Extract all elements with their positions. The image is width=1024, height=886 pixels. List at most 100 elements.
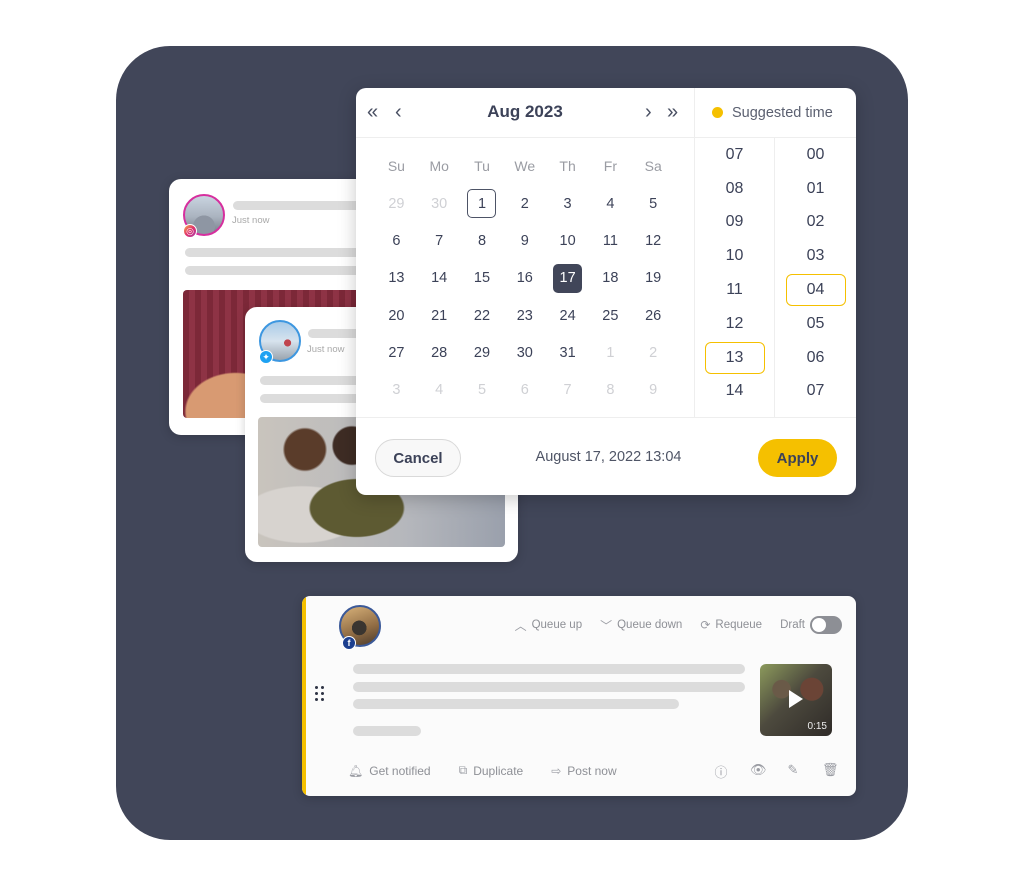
calendar-day[interactable]: 12 bbox=[632, 222, 675, 259]
calendar-day[interactable]: 28 bbox=[418, 334, 461, 371]
calendar-day[interactable]: 16 bbox=[503, 260, 546, 297]
trash-icon[interactable]: 🗑︎ bbox=[822, 762, 839, 781]
calendar-day[interactable]: 4 bbox=[418, 371, 461, 408]
minute-column[interactable]: 00 01 02 03 04 05 06 07 bbox=[774, 138, 856, 417]
day-number: 19 bbox=[645, 270, 662, 287]
day-number: 17 bbox=[553, 263, 583, 293]
draft-toggle[interactable] bbox=[810, 616, 842, 634]
hour-column[interactable]: 07 08 09 10 11 12 13 14 bbox=[694, 138, 774, 417]
facebook-icon: f bbox=[342, 636, 356, 650]
next-month-button[interactable]: › bbox=[645, 101, 652, 123]
calendar-day[interactable]: 8 bbox=[589, 371, 632, 408]
calendar-week: 13 14 15 16 17 18 19 bbox=[375, 260, 675, 297]
chevron-up-icon: ︿ bbox=[514, 618, 527, 633]
calendar-day[interactable]: 1 bbox=[589, 334, 632, 371]
calendar-day[interactable]: 9 bbox=[503, 222, 546, 259]
minute-option-selected[interactable]: 04 bbox=[775, 273, 856, 307]
calendar-day[interactable]: 4 bbox=[589, 185, 632, 222]
calendar-day[interactable]: 23 bbox=[503, 297, 546, 334]
drag-handle-icon[interactable] bbox=[315, 686, 325, 702]
queue-accent-bar bbox=[302, 596, 306, 796]
minute-option[interactable]: 05 bbox=[775, 307, 856, 341]
queue-up-button[interactable]: ︿ Queue up bbox=[515, 617, 583, 634]
calendar-day[interactable]: 26 bbox=[632, 297, 675, 334]
month-title: Aug 2023 bbox=[487, 102, 563, 121]
hour-option[interactable]: 12 bbox=[695, 307, 774, 341]
minute-option[interactable]: 02 bbox=[775, 206, 856, 240]
calendar-day[interactable]: 30 bbox=[418, 185, 461, 222]
hour-option[interactable]: 09 bbox=[695, 206, 774, 240]
calendar-day[interactable]: 24 bbox=[546, 297, 589, 334]
calendar-day[interactable]: 10 bbox=[546, 222, 589, 259]
post-now-button[interactable]: ⇨ Post now bbox=[551, 763, 616, 778]
day-number: 13 bbox=[388, 270, 405, 287]
suggested-dot-icon bbox=[712, 107, 723, 118]
calendar-day[interactable]: 25 bbox=[589, 297, 632, 334]
calendar-week: 20 21 22 23 24 25 26 bbox=[375, 297, 675, 334]
get-notified-button[interactable]: 🔔︎ Get notified bbox=[348, 763, 431, 778]
eye-icon[interactable]: 👁︎ bbox=[750, 762, 767, 781]
cancel-button[interactable]: Cancel bbox=[375, 439, 461, 477]
queue-down-button[interactable]: ﹀ Queue down bbox=[600, 617, 682, 634]
apply-button[interactable]: Apply bbox=[758, 439, 837, 477]
calendar-day[interactable]: 5 bbox=[461, 371, 504, 408]
calendar-day[interactable]: 13 bbox=[375, 260, 418, 297]
hour-option[interactable]: 07 bbox=[695, 138, 774, 172]
day-number: 2 bbox=[649, 344, 658, 361]
calendar-day[interactable]: 20 bbox=[375, 297, 418, 334]
calendar-day[interactable]: 15 bbox=[461, 260, 504, 297]
day-number: 29 bbox=[473, 344, 491, 361]
minute-option[interactable]: 07 bbox=[775, 375, 856, 409]
hour-option[interactable]: 11 bbox=[695, 273, 774, 307]
arrow-right-icon: ⇨ bbox=[551, 763, 562, 778]
hour-option-value: 08 bbox=[725, 179, 744, 197]
hour-option[interactable]: 14 bbox=[695, 375, 774, 409]
calendar-day[interactable]: 9 bbox=[632, 371, 675, 408]
next-year-button[interactable]: » bbox=[667, 101, 678, 123]
calendar-day[interactable]: 18 bbox=[589, 260, 632, 297]
calendar-day[interactable]: 2 bbox=[503, 185, 546, 222]
calendar-day[interactable]: 6 bbox=[375, 222, 418, 259]
video-thumbnail[interactable]: 0:15 bbox=[760, 664, 832, 736]
calendar-day[interactable]: 27 bbox=[375, 334, 418, 371]
text-placeholder bbox=[353, 664, 745, 674]
calendar-day[interactable]: 8 bbox=[461, 222, 504, 259]
minute-option[interactable]: 01 bbox=[775, 172, 856, 206]
calendar-day[interactable]: 5 bbox=[632, 185, 675, 222]
calendar-day[interactable]: 6 bbox=[503, 371, 546, 408]
day-number: 12 bbox=[645, 232, 662, 249]
calendar-day-selected[interactable]: 17 bbox=[546, 260, 589, 297]
calendar-day[interactable]: 3 bbox=[546, 185, 589, 222]
calendar-day[interactable]: 21 bbox=[418, 297, 461, 334]
calendar-day[interactable]: 30 bbox=[503, 334, 546, 371]
calendar-day[interactable]: 2 bbox=[632, 334, 675, 371]
minute-option[interactable]: 03 bbox=[775, 239, 856, 273]
calendar-day[interactable]: 7 bbox=[546, 371, 589, 408]
queue-down-label: Queue down bbox=[617, 619, 683, 631]
calendar-day[interactable]: 22 bbox=[461, 297, 504, 334]
calendar-day[interactable]: 3 bbox=[375, 371, 418, 408]
calendar-day[interactable]: 19 bbox=[632, 260, 675, 297]
hour-option-selected[interactable]: 13 bbox=[695, 341, 774, 375]
info-icon[interactable]: ⓘ bbox=[714, 762, 728, 781]
refresh-icon: ⟳ bbox=[700, 618, 711, 632]
minute-option-value: 07 bbox=[806, 382, 825, 400]
calendar-day[interactable]: 31 bbox=[546, 334, 589, 371]
calendar-day-today[interactable]: 1 bbox=[461, 185, 504, 222]
day-number: 1 bbox=[467, 189, 497, 219]
duplicate-button[interactable]: ⧉ Duplicate bbox=[459, 763, 524, 778]
pencil-icon[interactable]: ✎ bbox=[786, 762, 800, 781]
requeue-button[interactable]: ⟳ Requeue bbox=[700, 618, 762, 632]
hour-option[interactable]: 08 bbox=[695, 172, 774, 206]
day-number: 26 bbox=[645, 307, 662, 324]
hour-option[interactable]: 10 bbox=[695, 239, 774, 273]
calendar-day[interactable]: 29 bbox=[375, 185, 418, 222]
selected-datetime: August 17, 2022 13:04 bbox=[535, 449, 682, 465]
calendar-day[interactable]: 11 bbox=[589, 222, 632, 259]
minute-option[interactable]: 06 bbox=[775, 341, 856, 375]
calendar-day[interactable]: 29 bbox=[461, 334, 504, 371]
calendar-day[interactable]: 7 bbox=[418, 222, 461, 259]
calendar-header: « ‹ Aug 2023 › » bbox=[356, 88, 694, 138]
minute-option[interactable]: 00 bbox=[775, 138, 856, 172]
calendar-day[interactable]: 14 bbox=[418, 260, 461, 297]
